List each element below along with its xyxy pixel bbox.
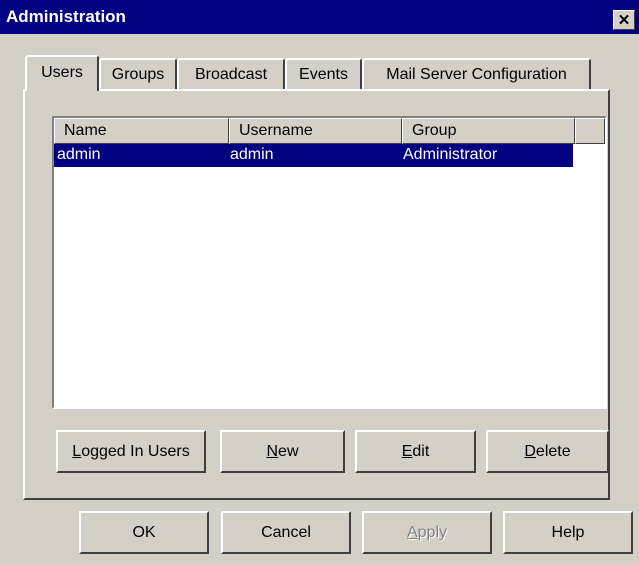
column-header-filler xyxy=(575,118,605,144)
table-row[interactable]: admin admin Administrator xyxy=(54,144,573,167)
window-title: Administration xyxy=(6,7,126,26)
help-button[interactable]: Help xyxy=(503,511,633,554)
tab-users-label: Users xyxy=(41,64,83,81)
ok-button[interactable]: OK xyxy=(79,511,209,554)
column-header-name[interactable]: Name xyxy=(54,118,229,144)
title-bar: Administration ✕ xyxy=(0,0,639,34)
tab-broadcast-label: Broadcast xyxy=(194,66,268,83)
new-button[interactable]: New xyxy=(220,430,345,473)
apply-button[interactable]: Apply xyxy=(362,511,492,554)
tab-events[interactable]: Events xyxy=(285,58,362,90)
cell-name: admin xyxy=(57,146,101,163)
cancel-button[interactable]: Cancel xyxy=(221,511,351,554)
column-header-group[interactable]: Group xyxy=(402,118,575,144)
delete-button[interactable]: Delete xyxy=(486,430,609,473)
edit-button[interactable]: Edit xyxy=(355,430,476,473)
close-button[interactable]: ✕ xyxy=(613,10,635,30)
tab-events-label: Events xyxy=(299,66,348,83)
column-header-username[interactable]: Username xyxy=(229,118,402,144)
tab-mail-server-configuration-label: Mail Server Configuration xyxy=(386,66,567,83)
cell-group: Administrator xyxy=(403,146,498,163)
tab-broadcast[interactable]: Broadcast xyxy=(177,58,285,90)
tab-users[interactable]: Users xyxy=(25,55,99,91)
cell-username: admin xyxy=(230,146,274,163)
close-icon: ✕ xyxy=(617,11,631,29)
users-list[interactable]: Name Username Group admin admin Administ… xyxy=(52,116,607,409)
tab-groups-label: Groups xyxy=(111,66,165,83)
tab-groups[interactable]: Groups xyxy=(99,58,177,90)
tab-mail-server-configuration[interactable]: Mail Server Configuration xyxy=(362,58,591,90)
logged-in-users-button[interactable]: Logged In Users xyxy=(56,430,206,473)
